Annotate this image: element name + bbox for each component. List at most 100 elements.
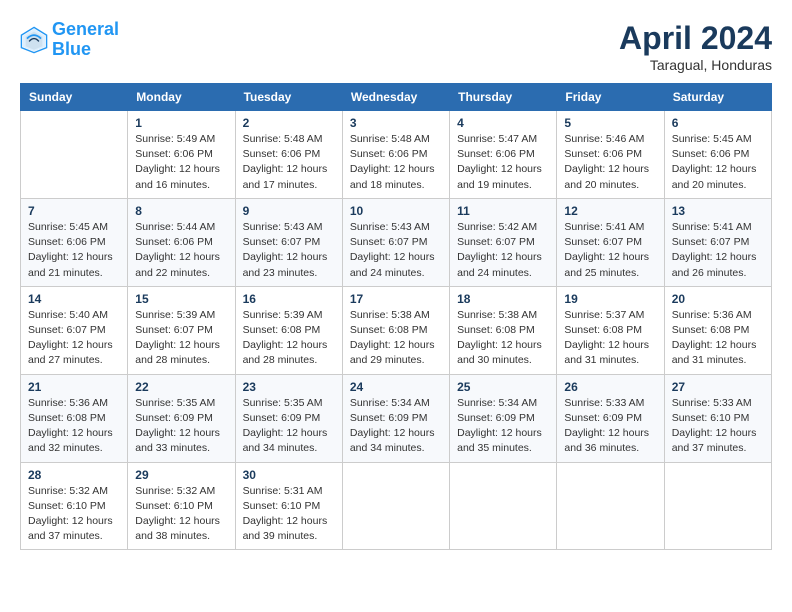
calendar-cell: 24Sunrise: 5:34 AMSunset: 6:09 PMDayligh… xyxy=(342,374,449,462)
day-number: 1 xyxy=(135,116,227,130)
calendar-cell: 30 Sunrise: 5:31 AMSunset: 6:10 PMDayligh… xyxy=(235,462,342,550)
day-info: Sunrise: 5:44 AMSunset: 6:06 PMDaylight:… xyxy=(135,220,227,281)
calendar-cell: 1 Sunrise: 5:49 AMSunset: 6:06 PMDaylight… xyxy=(128,111,235,199)
day-number: 3 xyxy=(350,116,442,130)
day-number: 4 xyxy=(457,116,549,130)
calendar-header-row: SundayMondayTuesdayWednesdayThursdayFrid… xyxy=(21,84,772,111)
calendar-cell xyxy=(664,462,771,550)
day-number: 12 xyxy=(564,204,656,218)
calendar-week-row: 14 Sunrise: 5:40 AMSunset: 6:07 PMDayligh… xyxy=(21,286,772,374)
day-number: 11 xyxy=(457,204,549,218)
day-number: 20 xyxy=(672,292,764,306)
title-block: April 2024 Taragual, Honduras xyxy=(619,20,772,73)
calendar-cell: 6 Sunrise: 5:45 AMSunset: 6:06 PMDaylight… xyxy=(664,111,771,199)
calendar-table: SundayMondayTuesdayWednesdayThursdayFrid… xyxy=(20,83,772,550)
calendar-cell: 26 Sunrise: 5:33 AMSunset: 6:09 PMDayligh… xyxy=(557,374,664,462)
day-number: 28 xyxy=(28,468,120,482)
day-number: 30 xyxy=(243,468,335,482)
calendar-body: 1 Sunrise: 5:49 AMSunset: 6:06 PMDaylight… xyxy=(21,111,772,550)
day-info: Sunrise: 5:35 AMSunset: 6:09 PMDaylight:… xyxy=(135,396,227,457)
day-number: 16 xyxy=(243,292,335,306)
calendar-week-row: 28 Sunrise: 5:32 AMSunset: 6:10 PMDayligh… xyxy=(21,462,772,550)
day-number: 15 xyxy=(135,292,227,306)
column-header-wednesday: Wednesday xyxy=(342,84,449,111)
calendar-cell: 7 Sunrise: 5:45 AMSunset: 6:06 PMDaylight… xyxy=(21,198,128,286)
day-info: Sunrise: 5:32 AMSunset: 6:10 PMDaylight:… xyxy=(28,484,120,545)
calendar-cell xyxy=(450,462,557,550)
calendar-cell: 14 Sunrise: 5:40 AMSunset: 6:07 PMDayligh… xyxy=(21,286,128,374)
day-number: 21 xyxy=(28,380,120,394)
calendar-cell: 9Sunrise: 5:43 AMSunset: 6:07 PMDaylight… xyxy=(235,198,342,286)
calendar-cell: 17Sunrise: 5:38 AMSunset: 6:08 PMDayligh… xyxy=(342,286,449,374)
day-info: Sunrise: 5:40 AMSunset: 6:07 PMDaylight:… xyxy=(28,308,120,369)
day-info: Sunrise: 5:43 AMSunset: 6:07 PMDaylight:… xyxy=(350,220,442,281)
day-info: Sunrise: 5:48 AMSunset: 6:06 PMDaylight:… xyxy=(350,132,442,193)
calendar-title: April 2024 xyxy=(619,20,772,57)
day-info: Sunrise: 5:33 AMSunset: 6:10 PMDaylight:… xyxy=(672,396,764,457)
day-info: Sunrise: 5:35 AMSunset: 6:09 PMDaylight:… xyxy=(243,396,335,457)
day-info: Sunrise: 5:49 AMSunset: 6:06 PMDaylight:… xyxy=(135,132,227,193)
day-info: Sunrise: 5:42 AMSunset: 6:07 PMDaylight:… xyxy=(457,220,549,281)
day-info: Sunrise: 5:37 AMSunset: 6:08 PMDaylight:… xyxy=(564,308,656,369)
calendar-cell: 12 Sunrise: 5:41 AMSunset: 6:07 PMDayligh… xyxy=(557,198,664,286)
calendar-cell: 11 Sunrise: 5:42 AMSunset: 6:07 PMDayligh… xyxy=(450,198,557,286)
day-number: 27 xyxy=(672,380,764,394)
day-info: Sunrise: 5:34 AMSunset: 6:09 PMDaylight:… xyxy=(457,396,549,457)
day-info: Sunrise: 5:38 AMSunset: 6:08 PMDaylight:… xyxy=(350,308,442,369)
calendar-cell: 10 Sunrise: 5:43 AMSunset: 6:07 PMDayligh… xyxy=(342,198,449,286)
calendar-cell: 29 Sunrise: 5:32 AMSunset: 6:10 PMDayligh… xyxy=(128,462,235,550)
day-number: 9 xyxy=(243,204,335,218)
day-number: 7 xyxy=(28,204,120,218)
calendar-week-row: 21 Sunrise: 5:36 AMSunset: 6:08 PMDayligh… xyxy=(21,374,772,462)
column-header-friday: Friday xyxy=(557,84,664,111)
calendar-cell: 5 Sunrise: 5:46 AMSunset: 6:06 PMDaylight… xyxy=(557,111,664,199)
day-number: 10 xyxy=(350,204,442,218)
calendar-cell: 23 Sunrise: 5:35 AMSunset: 6:09 PMDayligh… xyxy=(235,374,342,462)
day-number: 5 xyxy=(564,116,656,130)
calendar-cell xyxy=(342,462,449,550)
column-header-tuesday: Tuesday xyxy=(235,84,342,111)
calendar-cell: 15Sunrise: 5:39 AMSunset: 6:07 PMDayligh… xyxy=(128,286,235,374)
calendar-cell xyxy=(21,111,128,199)
day-number: 6 xyxy=(672,116,764,130)
day-number: 25 xyxy=(457,380,549,394)
day-number: 29 xyxy=(135,468,227,482)
day-number: 13 xyxy=(672,204,764,218)
calendar-cell: 8 Sunrise: 5:44 AMSunset: 6:06 PMDaylight… xyxy=(128,198,235,286)
day-number: 8 xyxy=(135,204,227,218)
column-header-sunday: Sunday xyxy=(21,84,128,111)
day-info: Sunrise: 5:39 AMSunset: 6:08 PMDaylight:… xyxy=(243,308,335,369)
calendar-subtitle: Taragual, Honduras xyxy=(619,57,772,73)
column-header-saturday: Saturday xyxy=(664,84,771,111)
day-info: Sunrise: 5:41 AMSunset: 6:07 PMDaylight:… xyxy=(564,220,656,281)
day-number: 19 xyxy=(564,292,656,306)
page-header: General Blue April 2024 Taragual, Hondur… xyxy=(20,20,772,73)
day-number: 26 xyxy=(564,380,656,394)
calendar-cell: 22 Sunrise: 5:35 AMSunset: 6:09 PMDayligh… xyxy=(128,374,235,462)
logo: General Blue xyxy=(20,20,119,60)
day-info: Sunrise: 5:34 AMSunset: 6:09 PMDaylight:… xyxy=(350,396,442,457)
calendar-cell: 21 Sunrise: 5:36 AMSunset: 6:08 PMDayligh… xyxy=(21,374,128,462)
day-number: 22 xyxy=(135,380,227,394)
calendar-cell xyxy=(557,462,664,550)
calendar-cell: 25 Sunrise: 5:34 AMSunset: 6:09 PMDayligh… xyxy=(450,374,557,462)
day-info: Sunrise: 5:36 AMSunset: 6:08 PMDaylight:… xyxy=(28,396,120,457)
calendar-week-row: 7 Sunrise: 5:45 AMSunset: 6:06 PMDaylight… xyxy=(21,198,772,286)
logo-icon xyxy=(20,26,48,54)
calendar-cell: 13Sunrise: 5:41 AMSunset: 6:07 PMDayligh… xyxy=(664,198,771,286)
column-header-monday: Monday xyxy=(128,84,235,111)
day-number: 14 xyxy=(28,292,120,306)
day-info: Sunrise: 5:32 AMSunset: 6:10 PMDaylight:… xyxy=(135,484,227,545)
day-info: Sunrise: 5:31 AMSunset: 6:10 PMDaylight:… xyxy=(243,484,335,545)
column-header-thursday: Thursday xyxy=(450,84,557,111)
day-number: 23 xyxy=(243,380,335,394)
day-info: Sunrise: 5:33 AMSunset: 6:09 PMDaylight:… xyxy=(564,396,656,457)
day-info: Sunrise: 5:36 AMSunset: 6:08 PMDaylight:… xyxy=(672,308,764,369)
logo-text: General Blue xyxy=(52,20,119,60)
calendar-cell: 3 Sunrise: 5:48 AMSunset: 6:06 PMDaylight… xyxy=(342,111,449,199)
day-info: Sunrise: 5:45 AMSunset: 6:06 PMDaylight:… xyxy=(28,220,120,281)
day-info: Sunrise: 5:46 AMSunset: 6:06 PMDaylight:… xyxy=(564,132,656,193)
day-info: Sunrise: 5:48 AMSunset: 6:06 PMDaylight:… xyxy=(243,132,335,193)
calendar-cell: 16 Sunrise: 5:39 AMSunset: 6:08 PMDayligh… xyxy=(235,286,342,374)
day-info: Sunrise: 5:45 AMSunset: 6:06 PMDaylight:… xyxy=(672,132,764,193)
